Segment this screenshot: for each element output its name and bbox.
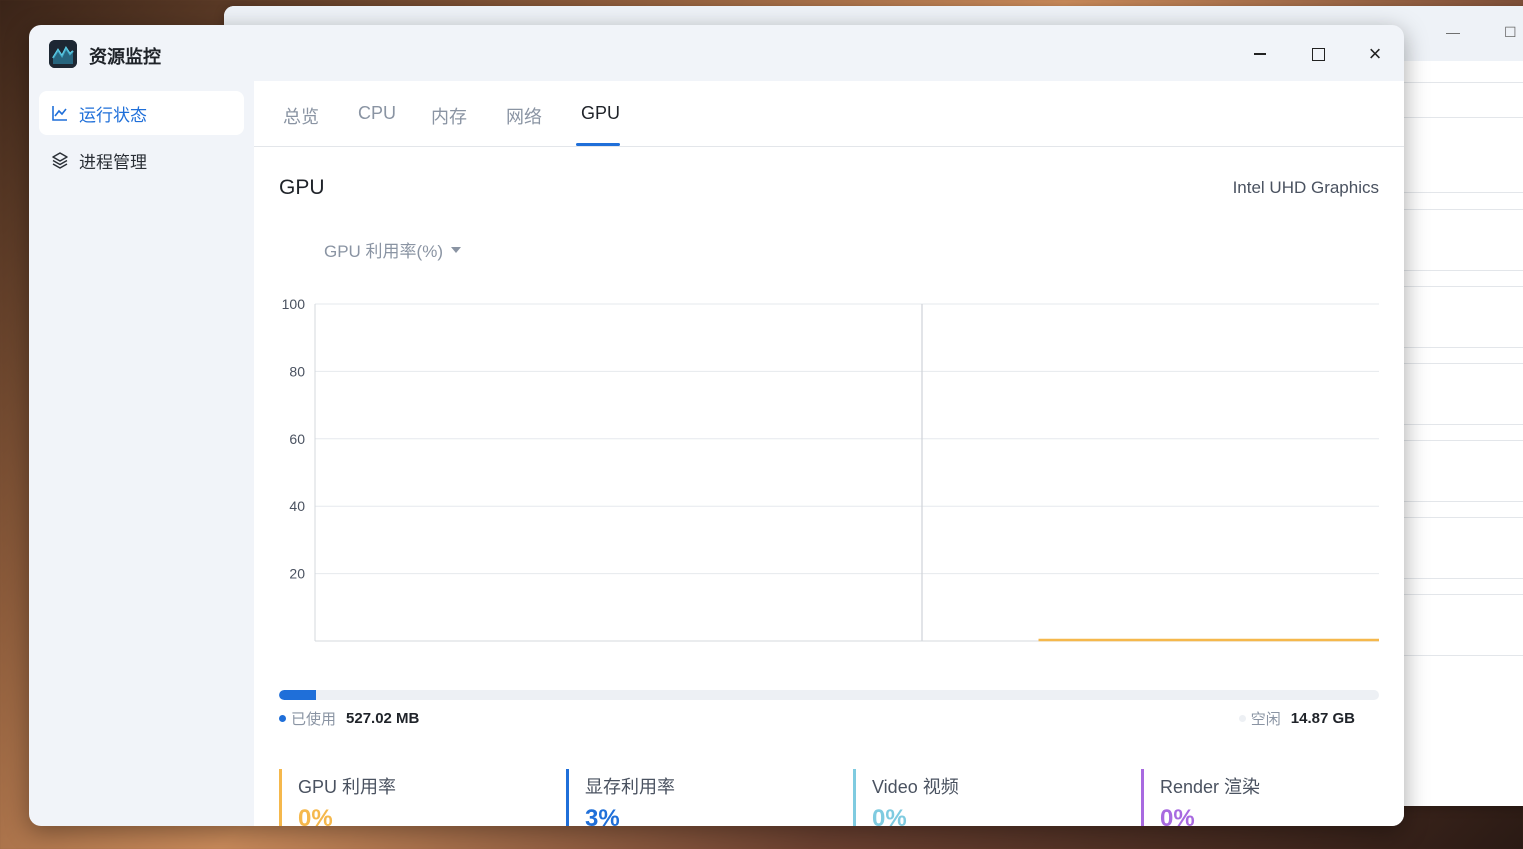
memory-free: 空闲 14.87 GB <box>1238 708 1355 729</box>
background-divider <box>1404 82 1523 83</box>
background-divider <box>1404 501 1523 502</box>
tab-memory[interactable]: 内存 <box>431 103 467 129</box>
background-divider <box>1404 117 1523 118</box>
section-title: GPU <box>279 176 325 199</box>
background-divider <box>1404 440 1523 441</box>
maximize-icon <box>1311 47 1325 61</box>
line-chart-icon <box>52 106 67 121</box>
stat-value: 0% <box>1160 805 1195 826</box>
memory-usage-bar <box>279 690 1379 700</box>
memory-used-label: 已使用 <box>291 711 337 728</box>
tab-cpu[interactable]: CPU <box>358 103 396 124</box>
used-dot-icon <box>279 715 286 722</box>
stat-render: Render 渲染 0% <box>1141 769 1260 826</box>
y-tick-label: 100 <box>282 296 306 312</box>
sidebar: 运行状态 进程管理 <box>29 81 254 826</box>
app-title: 资源监控 <box>89 47 161 67</box>
y-tick-label: 20 <box>289 566 305 582</box>
stat-label: GPU 利用率 <box>298 777 397 797</box>
background-divider <box>1404 270 1523 271</box>
stat-video: Video 视频 0% <box>853 769 959 826</box>
stat-label: 显存利用率 <box>585 777 675 797</box>
background-divider <box>1404 209 1523 210</box>
titlebar: 资源监控 × <box>29 25 1404 81</box>
stat-vram-utilization: 显存利用率 3% <box>566 769 675 826</box>
sidebar-item-label: 运行状态 <box>79 105 147 125</box>
stat-value: 0% <box>298 805 333 826</box>
active-tab-indicator <box>576 143 620 146</box>
stat-value: 3% <box>585 805 620 826</box>
background-minimize-icon[interactable]: — <box>1446 24 1460 40</box>
resource-monitor-window: 资源监控 × 运行状态 进程管理 总览 CPU 内存 网络 GPU GPU In… <box>29 25 1404 826</box>
layers-icon <box>52 152 68 169</box>
maximize-button[interactable] <box>1303 39 1333 69</box>
sidebar-item-running-status[interactable]: 运行状态 <box>39 91 244 135</box>
background-divider <box>1404 594 1523 595</box>
metric-dropdown-value: GPU 利用率(%) <box>324 242 443 261</box>
background-divider <box>1404 192 1523 193</box>
stat-label: Render 渲染 <box>1160 777 1261 797</box>
caret-down-icon <box>451 246 461 253</box>
y-tick-label: 80 <box>289 363 305 379</box>
y-tick-label: 60 <box>289 431 305 447</box>
memory-used: 已使用 527.02 MB <box>279 708 419 729</box>
tab-gpu[interactable]: GPU <box>581 103 620 124</box>
memory-free-value: 14.87 GB <box>1290 710 1355 727</box>
minimize-icon <box>1254 53 1266 55</box>
memory-free-label: 空闲 <box>1250 711 1281 728</box>
background-divider <box>1404 363 1523 364</box>
memory-used-value: 527.02 MB <box>346 710 420 727</box>
stat-label: Video 视频 <box>872 777 959 797</box>
stat-gpu-utilization: GPU 利用率 0% <box>279 769 396 826</box>
gpu-usage-chart: 100 80 60 40 20 <box>282 296 1379 642</box>
gpu-model-name: Intel UHD Graphics <box>1232 178 1379 197</box>
sidebar-item-process-management[interactable]: 进程管理 <box>39 138 244 182</box>
metric-dropdown[interactable]: GPU 利用率(%) <box>324 237 461 262</box>
background-divider <box>1404 578 1523 579</box>
tab-bar: 总览 CPU 内存 网络 GPU <box>254 81 1404 147</box>
background-divider <box>1404 424 1523 425</box>
tab-network[interactable]: 网络 <box>506 103 542 129</box>
stat-value: 0% <box>872 805 907 826</box>
sidebar-item-label: 进程管理 <box>79 152 147 172</box>
background-divider <box>1404 347 1523 348</box>
memory-usage-bar-fill <box>279 690 317 700</box>
tab-overview[interactable]: 总览 <box>283 103 319 129</box>
background-maximize-icon[interactable]: ☐ <box>1504 24 1517 41</box>
close-button[interactable]: × <box>1360 39 1390 69</box>
close-icon: × <box>1368 41 1382 66</box>
background-divider <box>1404 655 1523 656</box>
background-divider <box>1404 517 1523 518</box>
background-divider <box>1404 286 1523 287</box>
free-dot-icon <box>1238 715 1246 722</box>
minimize-button[interactable] <box>1245 39 1275 69</box>
y-tick-label: 40 <box>289 498 305 514</box>
main-content: 总览 CPU 内存 网络 GPU GPU Intel UHD Graphics … <box>254 81 1404 826</box>
resource-monitor-app-icon <box>49 40 77 68</box>
